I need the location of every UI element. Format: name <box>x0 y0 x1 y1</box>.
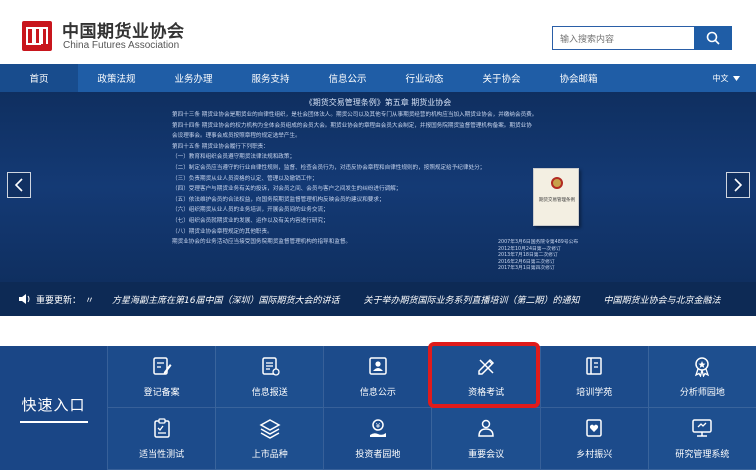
meeting-icon <box>478 419 494 437</box>
award-icon <box>695 357 710 377</box>
quick-entry-label: 培训学苑 <box>576 388 613 398</box>
quick-entry-research-system[interactable]: 研究管理系统 <box>647 408 756 470</box>
quick-entry-section: 快速入口 登记备案 信息报送 信息公示 资格考试 培训学苑 分析师园地 适当性测… <box>0 346 756 470</box>
ticker-items: 方星海副主席在第16届中国（深圳）国际期货大会的讲话 关于举办期货国际业务系列直… <box>112 293 721 306</box>
speaker-icon <box>19 294 30 304</box>
banner-paragraph: （八）期货业协会章程规定的其他职责。 <box>172 228 273 235</box>
quick-entry-label: 重要会议 <box>468 450 505 460</box>
search-button[interactable] <box>694 26 732 50</box>
banner-paragraph: 第四十三条 期货业协会是期货业的自律性组织，是社会团体法人。期货公司以及其他专门… <box>172 112 538 118</box>
search-input[interactable] <box>553 29 694 51</box>
nav-home[interactable]: 首页 <box>0 64 78 92</box>
cfa-logo-icon[interactable] <box>22 21 52 51</box>
quick-entry-label: 上市品种 <box>251 450 288 460</box>
quick-entry-info-report[interactable]: 信息报送 <box>215 346 324 408</box>
banner-next-button[interactable] <box>726 172 750 198</box>
quick-entry-rural-revitalization[interactable]: 乡村振兴 <box>539 408 648 470</box>
ticker-separator: 〃 <box>85 295 95 306</box>
quick-entry-label: 信息公示 <box>359 388 396 398</box>
banner-paragraph: （七）组织会员就期货业的发展、运作以及有关内容进行研究； <box>172 217 329 224</box>
book-icon <box>586 357 602 375</box>
site-header: 中国期货业协会 China Futures Association <box>0 0 756 64</box>
book-note-line: 2017年3月1日第四次修订 <box>498 266 555 272</box>
section-spacer <box>0 316 756 346</box>
quick-entry-analyst[interactable]: 分析师园地 <box>647 346 756 408</box>
banner-prev-button[interactable] <box>7 172 31 198</box>
news-ticker: 重要更新： 〃 方星海副主席在第16届中国（深圳）国际期货大会的讲话 关于举办期… <box>0 282 756 316</box>
book-revision-notes: 2007年3月6日国务院令第489号公布 2012年10月24日第一次修订 20… <box>498 240 608 273</box>
main-nav: 首页 政策法规 业务办理 服务支持 信息公示 行业动态 关于协会 协会邮箱 中文 <box>0 64 756 92</box>
quick-entry-label: 适当性测试 <box>139 450 185 460</box>
quick-entry-label: 乡村振兴 <box>576 450 613 460</box>
banner-paragraph: 会设理事会。理事会成员按照章程的规定选举产生。 <box>172 133 301 140</box>
ticker-news-link[interactable]: 关于举办期货国际业务系列直播培训（第二期）的通知 <box>364 293 580 306</box>
regulation-book-image: 期货交易管理条例 <box>533 168 579 226</box>
banner-paragraph: 第四十五条 期货业协会履行下列职责： <box>172 143 269 150</box>
ticker-label: 重要更新： 〃 <box>0 293 94 306</box>
hero-banner[interactable]: 《期货交易管理条例》第五章 期货业协会 第四十三条 期货业协会是期货业的自律性组… <box>0 92 756 282</box>
edit-icon <box>152 357 172 375</box>
report-icon <box>261 357 280 376</box>
ticker-news-link[interactable]: 中国期货业协会与北京金融法 <box>604 293 721 306</box>
logo-title-en[interactable]: China Futures Association <box>63 40 179 51</box>
page: 中国期货业协会 China Futures Association 首页 政策法… <box>0 0 756 470</box>
banner-paragraph: （一）教育和组织会员遵守期货法律法规和政策； <box>172 154 296 161</box>
language-selector[interactable]: 中文 <box>696 73 756 84</box>
book-title: 期货交易管理条例 <box>539 198 575 203</box>
quick-entry-listed-products[interactable]: 上市品种 <box>215 408 324 470</box>
banner-paragraph: （五）依法维护会员的合法权益，向国务院期货监督管理机构反映会员的建议和要求； <box>172 196 385 203</box>
quick-entry-label: 登记备案 <box>143 388 180 398</box>
banner-paragraph: （六）组织期货从业人员的业务培训，开展会员间的业务交流； <box>172 207 329 214</box>
investor-icon: ¥ <box>369 419 386 437</box>
nav-mailbox[interactable]: 协会邮箱 <box>540 64 617 92</box>
nav-industry-news[interactable]: 行业动态 <box>386 64 463 92</box>
search-icon <box>706 31 720 45</box>
quick-entry-investor[interactable]: ¥ 投资者园地 <box>323 408 432 470</box>
book-note-line: 2013年7月18日第二次修订 <box>498 253 558 259</box>
monitor-icon <box>692 419 713 437</box>
quick-entry-label: 投资者园地 <box>355 450 401 460</box>
ticker-news-link[interactable]: 方星海副主席在第16届中国（深圳）国际期货大会的讲话 <box>112 293 339 306</box>
svg-text:¥: ¥ <box>376 422 381 430</box>
ticker-label-text: 重要更新： <box>36 295 82 306</box>
quick-entry-label: 分析师园地 <box>679 388 725 398</box>
nav-policy[interactable]: 政策法规 <box>78 64 155 92</box>
banner-regulation-text: 第四十三条 期货业协会是期货业的自律性组织，是社会团体法人。期货公司以及其他专门… <box>172 110 580 248</box>
banner-paragraph: （三）负责期货从业人员资格的认定、管理以及撤销工作； <box>172 175 318 182</box>
nav-disclosure[interactable]: 信息公示 <box>309 64 386 92</box>
banner-paragraph: （二）制定会员应当遵守的行业自律性规则，监督、检查会员行为，对违反协会章程和自律… <box>172 164 486 171</box>
banner-paragraph: （四）受理客户与期货业务有关的投诉，对会员之间、会员与客户之间发生的纠纷进行调解… <box>172 186 402 193</box>
nav-business[interactable]: 业务办理 <box>155 64 232 92</box>
national-emblem-icon <box>551 177 563 189</box>
id-card-icon <box>369 357 387 375</box>
logo-title-cn[interactable]: 中国期货业协会 <box>62 17 185 42</box>
title-underline <box>19 420 88 423</box>
quick-entry-label: 研究管理系统 <box>675 450 730 460</box>
quick-entry-meetings[interactable]: 重要会议 <box>431 408 540 470</box>
quick-entry-title: 快速入口 <box>21 395 86 414</box>
checklist-icon <box>153 418 170 438</box>
quick-entry-registration[interactable]: 登记备案 <box>107 346 216 408</box>
chevron-right-icon <box>734 178 743 192</box>
quick-entry-label: 信息报送 <box>251 388 288 398</box>
banner-title: 《期货交易管理条例》第五章 期货业协会 <box>304 98 452 107</box>
language-label: 中文 <box>712 73 729 83</box>
nav-service[interactable]: 服务支持 <box>232 64 309 92</box>
banner-paragraph: 第四十四条 期货业协会的权力机构为全体会员组成的会员大会。期货业协会的章程由会员… <box>172 122 532 129</box>
quick-entry-suitability-test[interactable]: 适当性测试 <box>107 408 216 470</box>
quick-entry-info-disclosure[interactable]: 信息公示 <box>323 346 432 408</box>
chevron-left-icon <box>14 178 23 192</box>
quick-entry-training[interactable]: 培训学苑 <box>539 346 648 408</box>
search-box <box>552 26 694 51</box>
highlight-box <box>428 342 540 408</box>
book-note-line: 2007年3月6日国务院令第489号公布 <box>498 240 579 245</box>
caret-down-icon <box>732 75 740 81</box>
quick-entry-title-block: 快速入口 <box>0 346 107 470</box>
nav-about[interactable]: 关于协会 <box>463 64 540 92</box>
heart-book-icon <box>586 419 602 437</box>
layers-icon <box>259 419 281 439</box>
